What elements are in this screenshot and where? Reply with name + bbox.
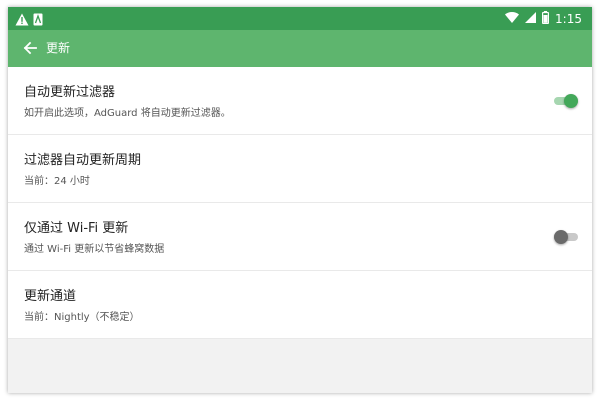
setting-update-channel[interactable]: 更新通道 当前：Nightly（不稳定） xyxy=(8,271,592,339)
setting-auto-update-filters[interactable]: 自动更新过滤器 如开启此选项，AdGuard 将自动更新过滤器。 xyxy=(8,67,592,135)
setting-title: 过滤器自动更新周期 xyxy=(24,153,142,168)
notification-icon xyxy=(33,11,43,30)
status-time: 1:15 xyxy=(555,11,582,26)
setting-subtitle: 当前：Nightly（不稳定） xyxy=(24,312,140,323)
toolbar: 更新 xyxy=(8,30,592,67)
setting-title: 更新通道 xyxy=(24,289,77,304)
setting-subtitle: 当前：24 小时 xyxy=(24,176,90,187)
auto-update-toggle[interactable] xyxy=(554,94,578,108)
setting-wifi-only-update[interactable]: 仅通过 Wi-Fi 更新 通过 Wi-Fi 更新以节省蜂窝数据 xyxy=(8,203,592,271)
arrow-back-icon xyxy=(23,40,37,59)
setting-subtitle: 通过 Wi-Fi 更新以节省蜂窝数据 xyxy=(24,244,165,255)
wifi-icon xyxy=(505,11,520,26)
toggle-thumb xyxy=(554,230,568,244)
status-indicators: 1:15 xyxy=(505,10,582,27)
warning-icon xyxy=(15,11,29,30)
wifi-only-toggle[interactable] xyxy=(554,230,578,244)
signal-icon xyxy=(525,11,537,26)
setting-title: 仅通过 Wi-Fi 更新 xyxy=(24,221,129,236)
toggle-thumb xyxy=(564,94,578,108)
setting-subtitle: 如开启此选项，AdGuard 将自动更新过滤器。 xyxy=(24,108,231,119)
battery-icon xyxy=(542,10,550,27)
page-title: 更新 xyxy=(46,41,71,55)
app-window: 1:15 更新 自动更新过滤器 如开启此选项，AdGuard 将自动更新过滤器。… xyxy=(8,7,592,393)
setting-title: 自动更新过滤器 xyxy=(24,85,116,100)
back-button[interactable] xyxy=(18,37,42,61)
settings-list: 自动更新过滤器 如开启此选项，AdGuard 将自动更新过滤器。 过滤器自动更新… xyxy=(8,67,592,339)
setting-update-period[interactable]: 过滤器自动更新周期 当前：24 小时 xyxy=(8,135,592,203)
status-bar: 1:15 xyxy=(8,7,592,30)
